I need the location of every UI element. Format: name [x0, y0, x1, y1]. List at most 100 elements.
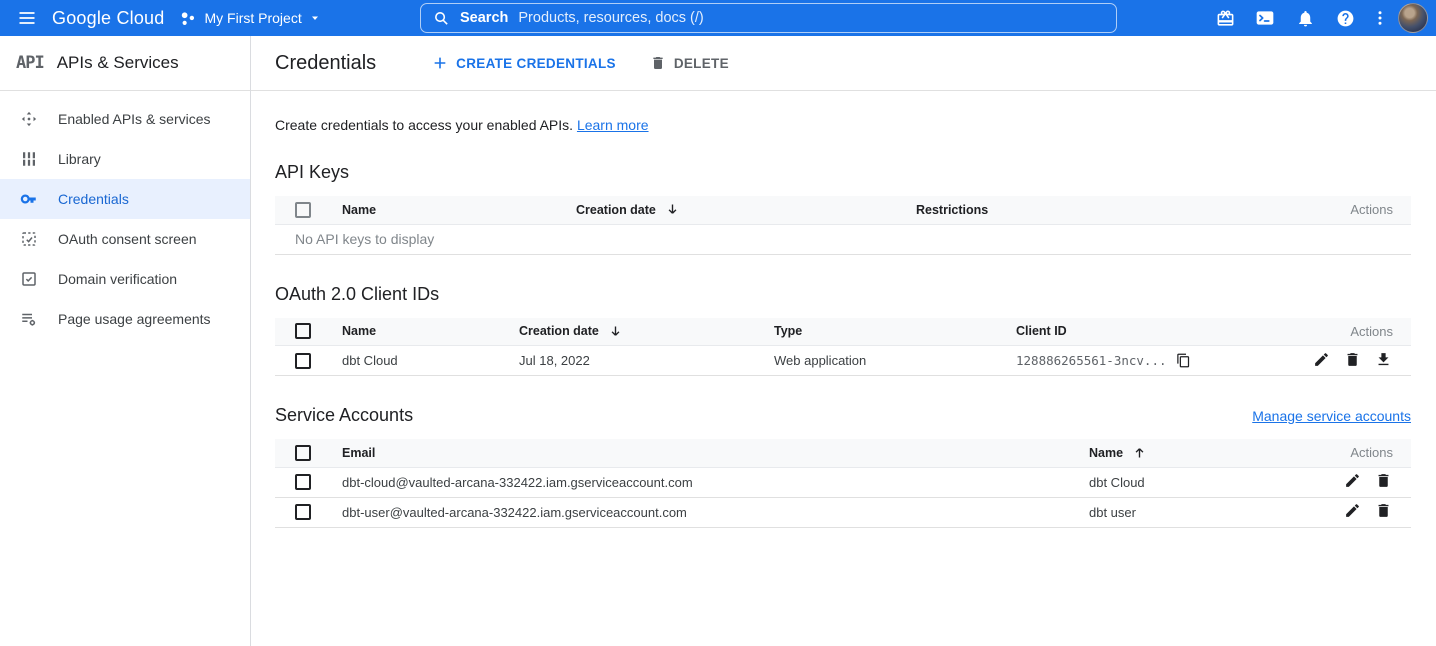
copy-icon[interactable]	[1176, 353, 1191, 368]
column-header-client-id[interactable]: Client ID	[1016, 318, 1291, 346]
service-accounts-table: Email Name Actions	[275, 439, 1411, 528]
sort-ascending-icon	[1132, 445, 1147, 460]
api-logo-icon: API	[16, 53, 44, 73]
oauth-heading: OAuth 2.0 Client IDs	[275, 284, 1411, 305]
table-header-row: Name Creation date Restrictions Actions	[275, 196, 1411, 224]
column-header-creation-date[interactable]: Creation date	[576, 196, 916, 224]
sidebar-header: API APIs & Services	[0, 36, 250, 91]
delete-button[interactable]: DELETE	[650, 55, 729, 71]
notifications-icon[interactable]	[1288, 1, 1322, 35]
sort-descending-icon	[608, 324, 623, 339]
select-all-checkbox[interactable]	[295, 445, 311, 461]
column-header-type[interactable]: Type	[774, 318, 1016, 346]
sidebar-item-enabled-apis[interactable]: Enabled APIs & services	[0, 99, 250, 139]
table-row: dbt-user@vaulted-arcana-332422.iam.gserv…	[275, 497, 1411, 527]
row-checkbox[interactable]	[295, 353, 311, 369]
help-icon[interactable]	[1328, 1, 1362, 35]
row-checkbox[interactable]	[295, 474, 311, 490]
key-icon	[20, 190, 38, 208]
column-header-email[interactable]: Email	[342, 439, 1089, 467]
name-cell: dbt Cloud	[1089, 467, 1331, 497]
plus-icon	[432, 55, 448, 71]
select-all-checkbox[interactable]	[295, 202, 311, 218]
sort-descending-icon	[665, 202, 680, 217]
delete-icon	[650, 55, 666, 71]
gift-icon[interactable]	[1208, 1, 1242, 35]
menu-icon[interactable]	[10, 1, 44, 35]
api-keys-table: Name Creation date Restrictions Actions	[275, 196, 1411, 255]
column-header-name[interactable]: Name	[342, 318, 519, 346]
delete-label: DELETE	[674, 56, 729, 71]
empty-state-text: No API keys to display	[275, 224, 1411, 254]
page-title: Credentials	[275, 52, 376, 75]
library-icon	[20, 150, 38, 168]
column-header-actions: Actions	[1311, 196, 1411, 224]
client-name-cell: dbt Cloud	[342, 346, 519, 376]
intro-text: Create credentials to access your enable…	[275, 117, 1411, 133]
sidebar-item-label: Enabled APIs & services	[58, 111, 211, 127]
avatar[interactable]	[1398, 3, 1428, 33]
creation-date-cell: Jul 18, 2022	[519, 346, 774, 376]
column-header-creation-date[interactable]: Creation date	[519, 318, 774, 346]
empty-state-row: No API keys to display	[275, 224, 1411, 254]
column-header-restrictions[interactable]: Restrictions	[916, 196, 1311, 224]
table-row: dbt-cloud@vaulted-arcana-332422.iam.gser…	[275, 467, 1411, 497]
intro-sentence: Create credentials to access your enable…	[275, 117, 573, 133]
client-type-cell: Web application	[774, 346, 1016, 376]
sidebar-item-label: Library	[58, 151, 101, 167]
sidebar-item-label: Page usage agreements	[58, 311, 211, 327]
table-header-row: Name Creation date Type Client ID Actio	[275, 318, 1411, 346]
project-grid-icon	[178, 9, 197, 28]
download-icon[interactable]	[1375, 351, 1393, 369]
search-label: Search	[460, 10, 508, 26]
oauth-clients-table: Name Creation date Type Client ID Actio	[275, 318, 1411, 377]
row-checkbox[interactable]	[295, 504, 311, 520]
api-keys-heading: API Keys	[275, 162, 1411, 183]
header-actions	[1208, 0, 1428, 36]
cloud-shell-icon[interactable]	[1248, 1, 1282, 35]
main-toolbar: Credentials CREATE CREDENTIALS DELETE	[251, 36, 1436, 91]
learn-more-link[interactable]: Learn more	[577, 117, 649, 133]
more-vert-icon[interactable]	[1368, 1, 1392, 35]
column-header-name[interactable]: Name	[1089, 439, 1331, 467]
email-cell: dbt-user@vaulted-arcana-332422.iam.gserv…	[342, 497, 1089, 527]
edit-icon[interactable]	[1344, 472, 1362, 490]
project-selector[interactable]: My First Project	[178, 9, 320, 28]
create-credentials-button[interactable]: CREATE CREDENTIALS	[432, 55, 616, 71]
name-cell: dbt user	[1089, 497, 1331, 527]
oauth-consent-icon	[20, 230, 38, 248]
client-id-cell: 128886265561-3ncv...	[1016, 346, 1291, 376]
sidebar-item-credentials[interactable]: Credentials	[0, 179, 250, 219]
manage-service-accounts-link[interactable]: Manage service accounts	[1252, 408, 1411, 424]
caret-down-icon	[309, 12, 321, 24]
sidebar-item-oauth-consent[interactable]: OAuth consent screen	[0, 219, 250, 259]
edit-icon[interactable]	[1313, 351, 1331, 369]
delete-icon[interactable]	[1344, 351, 1362, 369]
delete-icon[interactable]	[1375, 502, 1393, 520]
search-icon	[433, 10, 450, 27]
sidebar-item-domain-verification[interactable]: Domain verification	[0, 259, 250, 299]
sidebar-item-label: Credentials	[58, 191, 129, 207]
column-header-name[interactable]: Name	[342, 196, 576, 224]
search-placeholder: Products, resources, docs (/)	[518, 10, 703, 26]
app-header: Google Cloud My First Project Search Pro…	[0, 0, 1436, 36]
sidebar-item-page-usage[interactable]: Page usage agreements	[0, 299, 250, 339]
email-cell: dbt-cloud@vaulted-arcana-332422.iam.gser…	[342, 467, 1089, 497]
google-cloud-logo[interactable]: Google Cloud	[52, 8, 164, 29]
select-all-checkbox[interactable]	[295, 323, 311, 339]
edit-icon[interactable]	[1344, 502, 1362, 520]
table-header-row: Email Name Actions	[275, 439, 1411, 467]
enabled-apis-icon	[20, 110, 38, 128]
search-input[interactable]: Search Products, resources, docs (/)	[420, 3, 1117, 33]
sidebar-item-label: Domain verification	[58, 271, 177, 287]
table-row: dbt Cloud Jul 18, 2022 Web application 1…	[275, 346, 1411, 376]
sidebar-item-library[interactable]: Library	[0, 139, 250, 179]
delete-icon[interactable]	[1375, 472, 1393, 490]
column-header-actions: Actions	[1291, 318, 1411, 346]
domain-verification-icon	[20, 270, 38, 288]
project-name: My First Project	[204, 10, 301, 26]
client-id-value: 128886265561-3ncv...	[1016, 353, 1167, 368]
sidebar-title: APIs & Services	[57, 53, 179, 73]
sidebar-item-label: OAuth consent screen	[58, 231, 197, 247]
create-credentials-label: CREATE CREDENTIALS	[456, 56, 616, 71]
